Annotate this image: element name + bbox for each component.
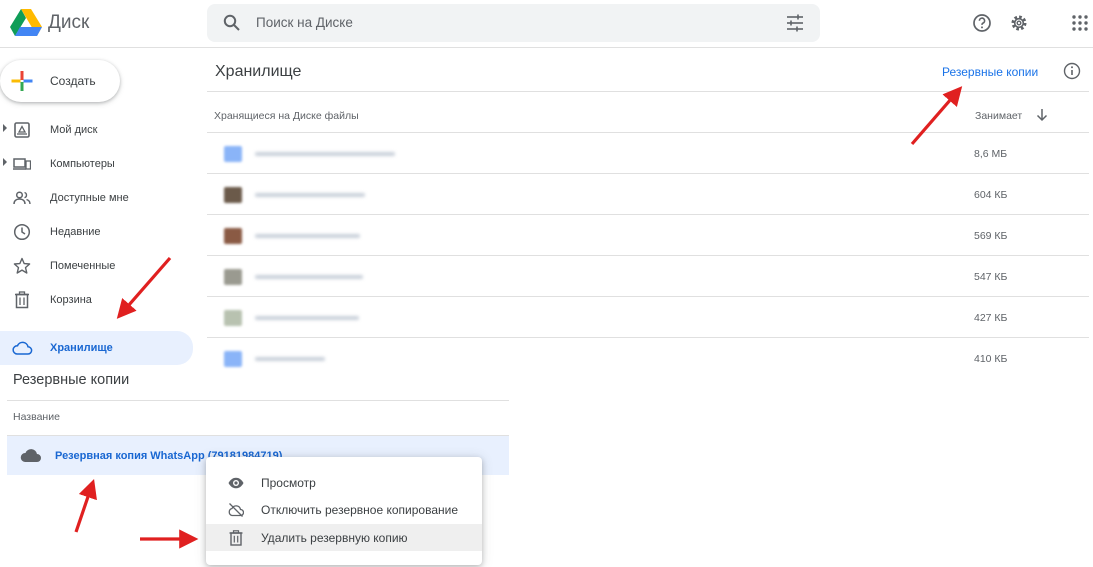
- create-label: Создать: [50, 74, 96, 88]
- menu-item-delete-backup[interactable]: Удалить резервную копию: [206, 524, 482, 551]
- column-header-files: Хранящиеся на Диске файлы: [214, 110, 359, 122]
- sidebar-item-label: Помеченные: [50, 260, 116, 272]
- sidebar-item-storage[interactable]: Хранилище: [0, 331, 193, 365]
- apps-grid-icon[interactable]: [1070, 13, 1090, 33]
- file-row[interactable]: 410 КБ: [207, 338, 1089, 379]
- create-button[interactable]: Создать: [0, 60, 120, 102]
- file-thumbnail: [224, 187, 242, 203]
- file-thumbnail: [224, 310, 242, 326]
- column-header-name[interactable]: Название: [13, 411, 60, 423]
- file-name-blurred: [255, 275, 363, 279]
- sidebar-item-label: Недавние: [50, 226, 101, 238]
- column-header-size[interactable]: Занимает: [975, 110, 1022, 122]
- my-drive-icon: [14, 122, 30, 138]
- shared-with-me-icon: [13, 191, 31, 205]
- sidebar-item-starred[interactable]: Помеченные: [0, 252, 193, 280]
- file-size: 427 КБ: [974, 312, 1008, 324]
- sidebar-item-label: Доступные мне: [50, 192, 129, 204]
- file-size: 410 КБ: [974, 353, 1008, 365]
- file-size: 547 КБ: [974, 271, 1008, 283]
- file-name-blurred: [255, 316, 359, 320]
- trash-icon: [15, 291, 29, 309]
- search-options-icon[interactable]: [786, 14, 804, 32]
- search-bar[interactable]: Поиск на Диске: [207, 4, 820, 42]
- context-menu: Просмотр Отключить резервное копирование…: [206, 457, 482, 565]
- sidebar-item-my-drive[interactable]: Мой диск: [0, 116, 193, 144]
- top-bar: Диск Поиск на Диске: [0, 0, 1093, 48]
- file-name-blurred: [255, 357, 325, 361]
- drive-logo-icon[interactable]: [10, 9, 42, 37]
- help-icon[interactable]: [972, 13, 992, 33]
- menu-item-label: Удалить резервную копию: [261, 531, 408, 545]
- file-thumbnail: [224, 146, 242, 162]
- plus-icon: [11, 71, 33, 91]
- menu-item-label: Отключить резервное копирование: [261, 503, 458, 517]
- sidebar-item-trash[interactable]: Корзина: [0, 286, 193, 314]
- cloud-off-icon: [228, 503, 244, 517]
- computers-icon: [13, 158, 31, 170]
- file-size: 604 КБ: [974, 189, 1008, 201]
- cloud-icon: [12, 341, 33, 355]
- file-size: 8,6 МБ: [974, 148, 1008, 160]
- expand-caret-icon[interactable]: [3, 158, 7, 166]
- file-name-blurred: [255, 193, 365, 197]
- file-row[interactable]: 604 КБ: [207, 174, 1089, 215]
- menu-item-disable-backup[interactable]: Отключить резервное копирование: [206, 496, 482, 523]
- file-thumbnail: [224, 351, 242, 367]
- sidebar-item-label: Корзина: [50, 294, 92, 306]
- sort-arrow-down-icon[interactable]: [1036, 108, 1048, 122]
- file-row[interactable]: 427 КБ: [207, 297, 1089, 338]
- arrow-to-backup-row: [74, 478, 97, 533]
- expand-caret-icon[interactable]: [3, 124, 7, 132]
- trash-icon: [229, 530, 243, 546]
- app-name[interactable]: Диск: [48, 12, 89, 34]
- settings-icon[interactable]: [1009, 13, 1029, 33]
- sidebar-item-label: Компьютеры: [50, 158, 115, 170]
- star-icon: [13, 257, 31, 274]
- file-name-blurred: [255, 234, 360, 238]
- divider: [207, 91, 1089, 92]
- file-row[interactable]: 569 КБ: [207, 215, 1089, 256]
- menu-item-label: Просмотр: [261, 476, 316, 490]
- clock-icon: [13, 223, 31, 241]
- search-icon[interactable]: [223, 14, 241, 32]
- file-thumbnail: [224, 269, 242, 285]
- sidebar-item-shared-with-me[interactable]: Доступные мне: [0, 184, 193, 212]
- backups-title: Резервные копии: [13, 372, 130, 388]
- file-name-blurred: [255, 152, 395, 156]
- file-size: 569 КБ: [974, 230, 1008, 242]
- info-icon[interactable]: [1063, 62, 1081, 80]
- sidebar-item-label: Мой диск: [50, 124, 98, 136]
- page-title: Хранилище: [215, 63, 302, 80]
- file-row[interactable]: 547 КБ: [207, 256, 1089, 297]
- search-input[interactable]: Поиск на Диске: [256, 15, 353, 30]
- sidebar-item-computers[interactable]: Компьютеры: [0, 150, 193, 178]
- sidebar-item-recent[interactable]: Недавние: [0, 218, 193, 246]
- sidebar-item-label: Хранилище: [50, 342, 113, 354]
- cloud-backup-icon: [20, 449, 41, 462]
- menu-item-view[interactable]: Просмотр: [206, 469, 482, 496]
- file-row[interactable]: 8,6 МБ: [207, 133, 1089, 174]
- eye-icon: [228, 477, 244, 489]
- backups-link[interactable]: Резервные копии: [942, 65, 1038, 79]
- file-thumbnail: [224, 228, 242, 244]
- divider: [7, 400, 509, 401]
